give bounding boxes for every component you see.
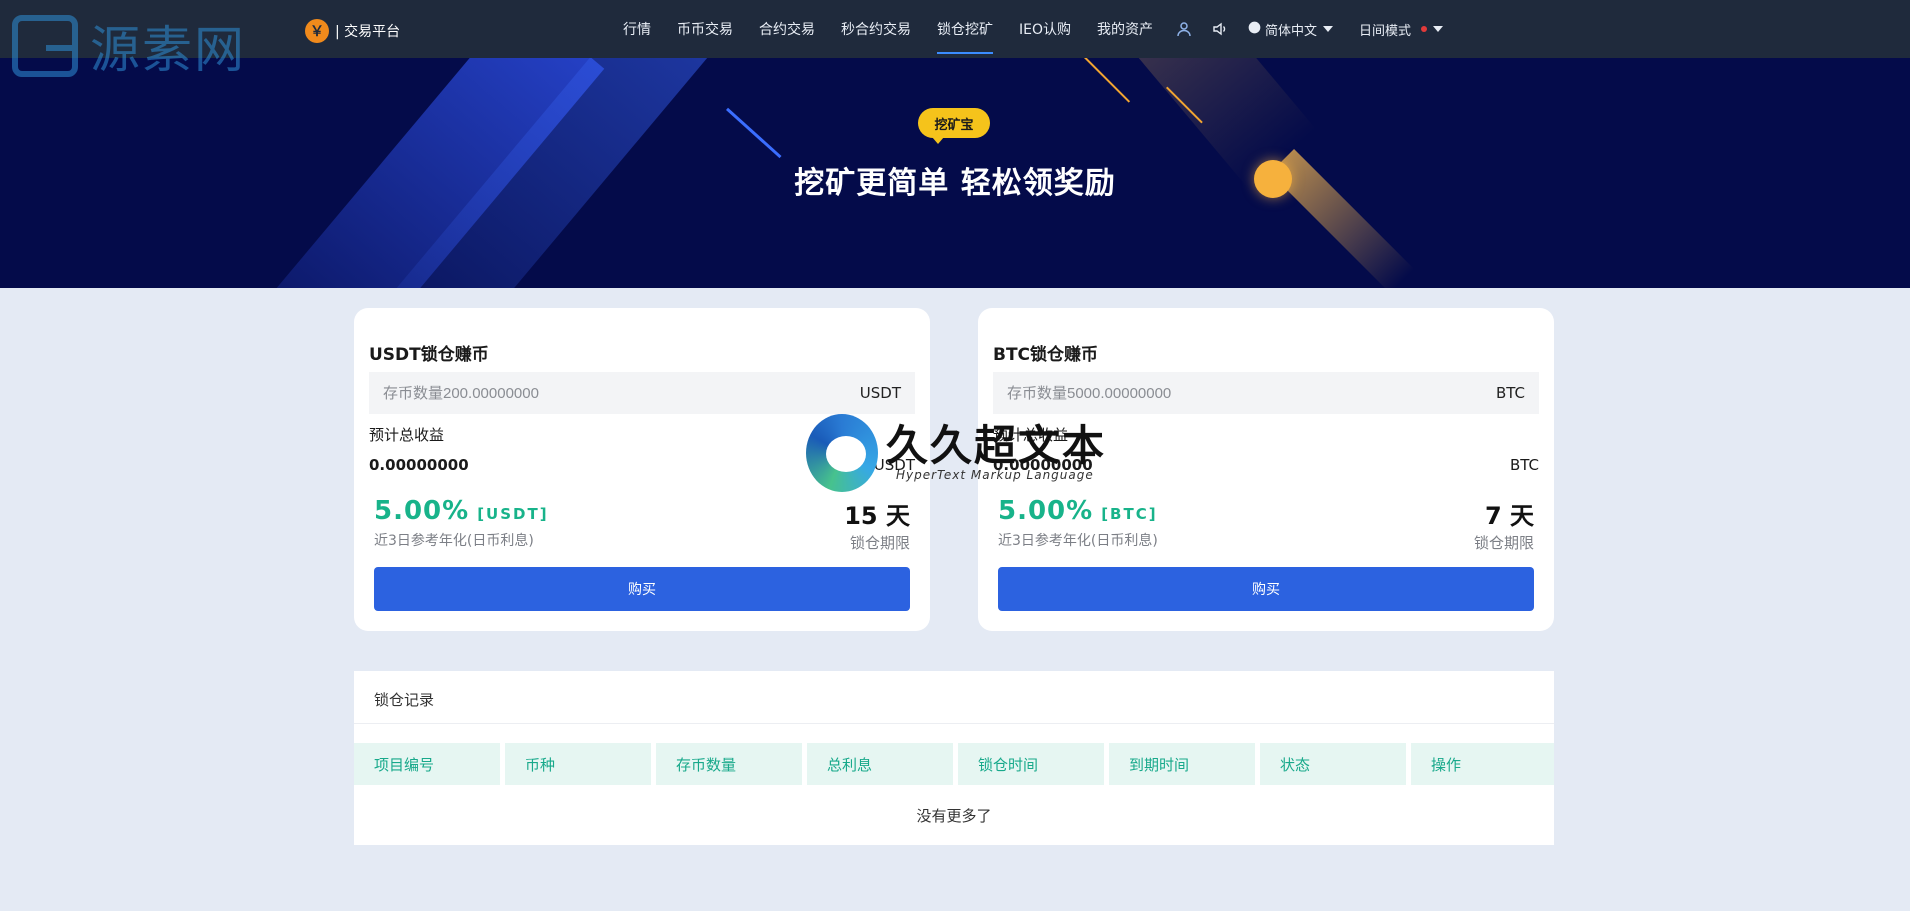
rate-description: 近3日参考年化(日币利息) xyxy=(374,533,534,549)
annual-rate: 5.00% [BTC] xyxy=(998,496,1158,526)
lock-term-label: 锁仓期限 xyxy=(1473,534,1534,552)
theme-mode-label: 日间模式 xyxy=(1359,23,1412,39)
empty-state-text: 没有更多了 xyxy=(916,807,992,825)
estimated-income-label: 预计总收益 xyxy=(369,426,445,444)
estimated-income-value: 0.00000000 xyxy=(369,456,469,474)
brand[interactable]: ￥ | 交易平台 xyxy=(305,19,400,43)
column-header-action: 操作 xyxy=(1411,743,1554,785)
hero-title: 挖矿更简单 轻松领奖励 xyxy=(794,166,1116,201)
rate-currency-tag: [USDT] xyxy=(477,505,549,523)
chevron-down-icon xyxy=(1323,26,1334,32)
deposit-amount-field: BTC xyxy=(993,372,1539,414)
deposit-amount-input[interactable] xyxy=(1007,384,1407,402)
watermark-logo-icon xyxy=(806,414,878,492)
annual-rate: 5.00% [USDT] xyxy=(374,496,549,526)
nav-item-lock-mining[interactable]: 锁仓挖矿 xyxy=(937,0,993,58)
deposit-unit: USDT xyxy=(859,384,901,402)
nav-item-market[interactable]: 行情 xyxy=(623,0,651,58)
lock-days: 15 天 xyxy=(844,502,910,530)
theme-mode-select[interactable]: 日间模式 xyxy=(1359,20,1444,39)
buy-button[interactable]: 购买 xyxy=(998,567,1534,611)
lock-records-panel: 锁仓记录 项目编号 币种 存币数量 总利息 锁仓时间 到期时间 状态 操作 没有… xyxy=(354,671,1554,845)
divider xyxy=(354,723,1554,724)
card-title: USDT锁仓赚币 xyxy=(369,345,489,365)
deposit-unit: BTC xyxy=(1495,384,1525,402)
language-label: 简体中文 xyxy=(1265,23,1318,39)
hero-badge: 挖矿宝 xyxy=(918,108,990,144)
column-header-deposit-amount: 存币数量 xyxy=(656,743,802,785)
nav-item-ieo[interactable]: IEO认购 xyxy=(1019,0,1071,58)
watermark-overlay: 久久超文本 HyperText Markup Language xyxy=(806,414,1106,492)
logo-mark-icon xyxy=(12,15,78,77)
lock-term-label: 锁仓期限 xyxy=(849,534,910,552)
nav-item-contract-trading[interactable]: 合约交易 xyxy=(759,0,815,58)
speaker-icon[interactable] xyxy=(1212,0,1228,58)
status-dot xyxy=(1421,26,1428,32)
lock-days: 7 天 xyxy=(1484,502,1534,530)
column-header-expiry-time: 到期时间 xyxy=(1109,743,1255,785)
watermark-sub-text: HyperText Markup Language xyxy=(896,468,1094,482)
rate-description: 近3日参考年化(日币利息) xyxy=(998,533,1158,549)
coin-icon: ￥ xyxy=(305,19,329,43)
estimated-income-unit: BTC xyxy=(1509,456,1539,474)
nav-item-spot-trading[interactable]: 币币交易 xyxy=(677,0,733,58)
deposit-amount-field: USDT xyxy=(369,372,915,414)
column-header-currency: 币种 xyxy=(505,743,651,785)
nav-item-second-contract[interactable]: 秒合约交易 xyxy=(841,0,911,58)
buy-button[interactable]: 购买 xyxy=(374,567,910,611)
globe-icon xyxy=(1248,21,1261,38)
watermark-main-text: 久久超文本 xyxy=(886,421,1107,470)
records-title: 锁仓记录 xyxy=(374,691,435,709)
deposit-amount-input[interactable] xyxy=(383,384,783,402)
top-nav: ￥ | 交易平台 行情 币币交易 合约交易 秒合约交易 锁仓挖矿 IEO认购 我… xyxy=(0,0,1910,58)
column-header-status: 状态 xyxy=(1260,743,1406,785)
card-title: BTC锁仓赚币 xyxy=(993,345,1099,365)
main-nav: 行情 币币交易 合约交易 秒合约交易 锁仓挖矿 IEO认购 我的资产 简体中文 … xyxy=(610,0,1444,58)
rate-currency-tag: [BTC] xyxy=(1101,505,1158,523)
chevron-down-icon xyxy=(1433,26,1444,32)
nav-item-my-assets[interactable]: 我的资产 xyxy=(1097,0,1153,58)
records-table-header: 项目编号 币种 存币数量 总利息 锁仓时间 到期时间 状态 操作 xyxy=(354,743,1554,785)
user-icon[interactable] xyxy=(1176,0,1192,58)
language-select[interactable]: 简体中文 xyxy=(1248,20,1334,39)
column-header-total-interest: 总利息 xyxy=(807,743,953,785)
column-header-project-id: 项目编号 xyxy=(354,743,500,785)
column-header-lock-time: 锁仓时间 xyxy=(958,743,1104,785)
brand-label: | 交易平台 xyxy=(335,24,401,40)
watermark-site-logo: 源素网 xyxy=(12,14,246,79)
